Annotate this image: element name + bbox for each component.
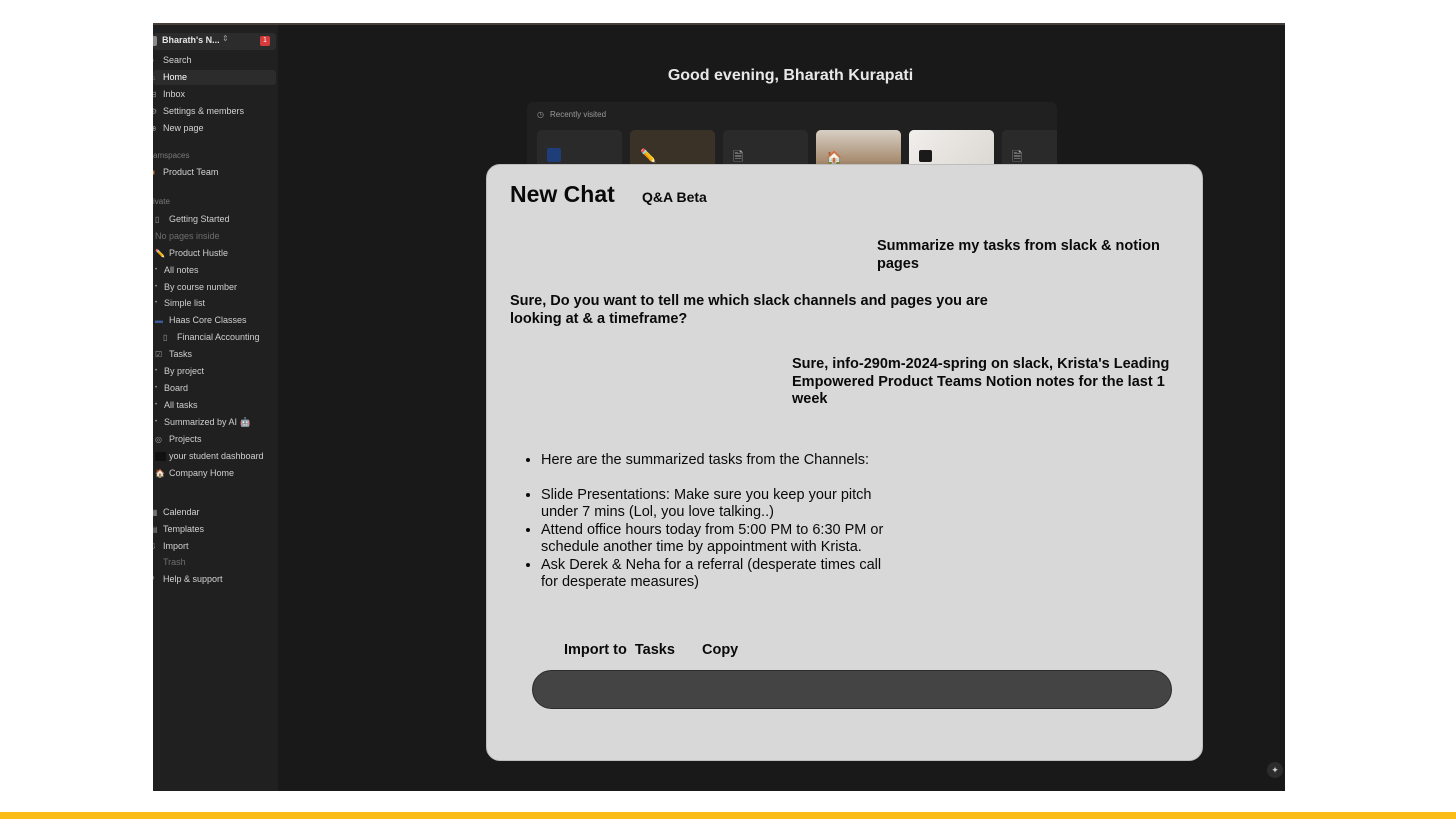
page-label: Projects <box>169 434 202 444</box>
sidebar-item-home[interactable]: ⌂ Home <box>153 70 276 85</box>
search-icon: ⌕ <box>153 53 158 68</box>
recently-visited-title: Recently visited <box>550 110 607 119</box>
page-label: By project <box>164 366 205 376</box>
page-label: All notes <box>164 265 199 275</box>
checkbox-icon: ☑ <box>155 350 163 359</box>
team-icon: ■ <box>153 165 158 180</box>
recently-visited-panel: ◷ Recently visited ✏️ 🗎 🏠 🗎 <box>527 102 1057 172</box>
workspace-avatar <box>153 36 157 46</box>
sidebar-item-label: Calendar <box>163 507 200 517</box>
section-teamspaces: amspaces <box>153 151 190 160</box>
dashboard-icon <box>919 150 932 162</box>
answer-item: Slide Presentations: Make sure you keep … <box>541 487 885 522</box>
page-label: Financial Accounting <box>177 332 260 342</box>
workspace-name: Bharath's N... <box>162 35 220 45</box>
sidebar-item-label: Settings & members <box>163 106 245 116</box>
answer-intro: Here are the summarized tasks from the C… <box>541 452 885 470</box>
sidebar-item-trash[interactable]: Trash <box>153 555 276 570</box>
user-message: Summarize my tasks from slack & notion p… <box>877 238 1160 272</box>
import-icon: ⇩ <box>153 539 158 554</box>
answer-item: Attend office hours today from 5:00 PM t… <box>541 522 885 557</box>
clock-icon: ◷ <box>537 110 544 119</box>
sidebar-item-import[interactable]: ⇩ Import <box>153 539 276 554</box>
chat-message-input[interactable] <box>532 670 1172 709</box>
section-private: ivate <box>153 197 170 206</box>
chat-panel: New Chat Q&A Beta Summarize my tasks fro… <box>486 164 1203 761</box>
page-icon: ▯ <box>155 215 160 224</box>
chevron-updown-icon: ⇕ <box>222 34 229 43</box>
templates-icon: ▤ <box>153 522 158 537</box>
chat-title: New Chat <box>510 181 615 207</box>
page-label: By course number <box>164 282 238 292</box>
page-label: Product Hustle <box>169 248 229 258</box>
chat-mode-badge: Q&A Beta <box>642 189 707 205</box>
page-label: All tasks <box>164 400 198 410</box>
page-label: your student dashboard <box>169 451 264 461</box>
inbox-icon: ⊟ <box>153 87 158 102</box>
sidebar-item-settings[interactable]: ⚙ Settings & members <box>153 104 276 119</box>
gear-icon: ⚙ <box>153 104 158 119</box>
pencil-icon: ✏️ <box>155 249 165 258</box>
page-label: Haas Core Classes <box>169 315 247 325</box>
user-message: Sure, info-290m-2024-spring on slack, Kr… <box>792 356 1170 407</box>
dashboard-icon <box>155 452 166 461</box>
answer-item: Ask Derek & Neha for a referral (despera… <box>541 557 885 592</box>
sidebar-item-search[interactable]: ⌕ Search <box>153 53 276 68</box>
sidebar-item-product-team[interactable]: ■ Product Team <box>153 165 276 180</box>
page-label: Company Home <box>169 468 235 478</box>
help-icon: ? <box>153 572 158 587</box>
sidebar-item-label: Search <box>163 55 192 65</box>
home-icon: ⌂ <box>153 70 158 85</box>
sidebar-item-help[interactable]: ? Help & support <box>153 572 276 587</box>
house-emoji-icon: 🏠 <box>155 469 165 478</box>
page-label: Getting Started <box>169 214 230 224</box>
page-label: No pages inside <box>155 231 220 241</box>
page-icon: ▯ <box>163 333 168 342</box>
sidebar-item-label: Inbox <box>163 89 186 99</box>
ai-sparkle-icon[interactable]: ✦ <box>1267 762 1283 778</box>
page-label: Simple list <box>164 298 206 308</box>
sidebar-item-label: Help & support <box>163 574 223 584</box>
sidebar-item-new-page[interactable]: ⊕ New page <box>153 121 276 136</box>
target-icon: ◎ <box>155 435 162 444</box>
sidebar-item-label: Import <box>163 541 189 551</box>
sidebar-item-label: Trash <box>163 557 186 567</box>
sidebar-item-calendar[interactable]: ▦ Calendar <box>153 505 276 520</box>
assistant-message: Sure, Do you want to tell me which slack… <box>510 293 988 327</box>
haas-logo-icon: ▬ <box>155 316 163 325</box>
sidebar-item-inbox[interactable]: ⊟ Inbox <box>153 87 276 102</box>
sidebar: Bharath's N... ⇕ 1 ⌕ Search ⌂ Home ⊟ Inb… <box>153 25 278 791</box>
page-label: Board <box>164 383 189 393</box>
page-greeting: Good evening, Bharath Kurapati <box>667 67 914 84</box>
sidebar-item-templates[interactable]: ▤ Templates <box>153 522 276 537</box>
page-label: Summarized by AI 🤖 <box>164 417 251 427</box>
sidebar-item-label: Home <box>163 72 188 82</box>
page-label: Tasks <box>169 349 193 359</box>
copy-button[interactable]: Copy <box>702 642 738 658</box>
list-spacer <box>541 470 885 487</box>
haas-logo-icon <box>547 148 561 162</box>
notification-badge: 1 <box>260 36 270 46</box>
sidebar-item-label: Product Team <box>163 167 219 177</box>
sidebar-item-label: New page <box>163 123 204 133</box>
pencil-icon: ✏️ <box>640 148 657 163</box>
import-to-tasks-button[interactable]: Import to Tasks <box>564 642 675 658</box>
workspace-switcher[interactable]: Bharath's N... ⇕ 1 <box>153 33 276 50</box>
slide-accent-bar <box>0 812 1456 819</box>
calendar-icon: ▦ <box>153 505 158 520</box>
plus-circle-icon: ⊕ <box>153 121 158 136</box>
assistant-answer-list: Here are the summarized tasks from the C… <box>525 452 885 592</box>
sidebar-item-label: Templates <box>163 524 205 534</box>
